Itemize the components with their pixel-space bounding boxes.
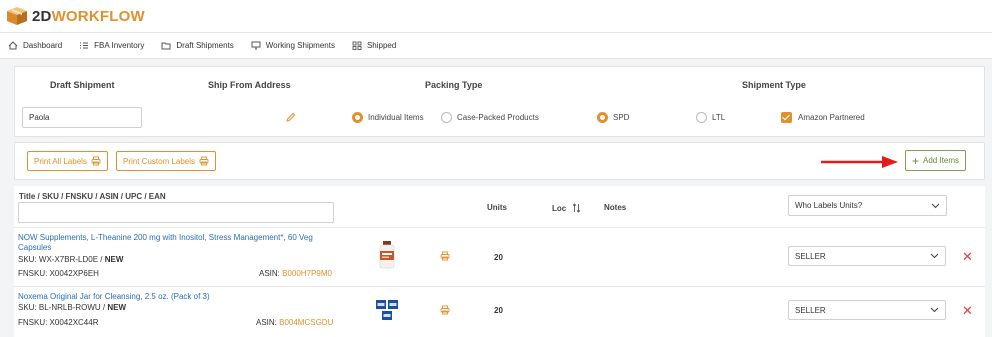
item-title-link[interactable]: NOW Supplements, L-Theanine 200 mg with … xyxy=(18,233,343,253)
asin-value[interactable]: B004MCSGDU xyxy=(279,318,333,327)
product-image xyxy=(379,241,395,269)
sku-value: WX-X7BR-LD0E xyxy=(38,255,99,264)
item-fnsku: FNSKU: X0042XP6EH xyxy=(18,269,99,278)
button-label: Print All Labels xyxy=(34,156,87,166)
who-labels-select[interactable]: Who Labels Units? xyxy=(788,195,947,216)
chevron-down-icon xyxy=(930,253,939,259)
product-image xyxy=(376,300,398,320)
button-label: Add Items xyxy=(923,156,960,165)
plus-icon: + xyxy=(912,153,920,168)
pencil-icon[interactable] xyxy=(285,112,296,123)
main-nav: Dashboard FBA Inventory Draft Shipments … xyxy=(0,33,992,59)
home-icon xyxy=(8,41,18,50)
printer-icon xyxy=(91,156,101,166)
nav-label: Working Shipments xyxy=(265,41,335,50)
sort-icon[interactable] xyxy=(572,203,581,213)
amazon-partnered-checkbox[interactable]: Amazon Partnered xyxy=(781,112,865,123)
checkbox-label: Amazon Partnered xyxy=(798,113,865,122)
monitor-icon xyxy=(251,41,261,50)
item-condition: NEW xyxy=(104,255,124,264)
top-bar: 2DWORKFLOW xyxy=(0,0,992,33)
select-value: SELLER xyxy=(795,251,826,261)
item-search-input[interactable] xyxy=(18,202,334,223)
item-units: 20 xyxy=(494,253,503,262)
remove-item-button[interactable]: ✕ xyxy=(962,250,973,263)
sku-separator: / xyxy=(98,255,105,264)
item-sku: SKU: WX-X7BR-LD0E / NEW xyxy=(18,255,123,264)
ship-from-header: Ship From Address xyxy=(208,80,291,90)
remove-item-button[interactable]: ✕ xyxy=(962,304,973,317)
shipment-type-header: Shipment Type xyxy=(742,80,806,90)
print-custom-labels-button[interactable]: Print Custom Labels xyxy=(116,151,217,171)
add-items-button[interactable]: + Add Items xyxy=(905,150,967,171)
select-value: SELLER xyxy=(795,305,826,315)
printer-icon[interactable] xyxy=(440,251,450,261)
draft-shipment-header: Draft Shipment xyxy=(50,80,115,90)
shipment-settings-panel: Draft Shipment Ship From Address Packing… xyxy=(14,66,985,137)
nav-label: Dashboard xyxy=(23,41,63,50)
print-all-labels-button[interactable]: Print All Labels xyxy=(27,151,108,171)
notes-column-header: Notes xyxy=(604,203,627,212)
radio-ltl[interactable]: LTL xyxy=(696,112,725,123)
nav-label: Draft Shipments xyxy=(176,41,234,50)
select-value: Who Labels Units? xyxy=(795,201,863,210)
printer-icon xyxy=(199,156,209,166)
loc-column-header[interactable]: Loc xyxy=(552,203,581,213)
units-column-header: Units xyxy=(487,203,507,212)
list-icon xyxy=(80,42,89,49)
nav-item-draft-shipments[interactable]: Draft Shipments xyxy=(161,41,234,50)
red-arrow-annotation xyxy=(821,156,898,168)
item-condition: NEW xyxy=(107,303,127,312)
asin-label: ASIN: xyxy=(259,269,283,278)
radio-dot xyxy=(696,112,707,123)
sku-label: SKU: xyxy=(18,303,39,312)
radio-dot xyxy=(597,112,608,123)
asin-value[interactable]: B000H7P9M0 xyxy=(282,269,332,278)
radio-spd[interactable]: SPD xyxy=(597,112,629,123)
box-logo-icon xyxy=(6,6,28,26)
packing-type-header: Packing Type xyxy=(425,80,483,90)
radio-dot xyxy=(352,112,363,123)
brand-name: 2DWORKFLOW xyxy=(32,7,145,25)
loc-label: Loc xyxy=(552,203,567,213)
labeler-select[interactable]: SELLER xyxy=(788,246,946,266)
sku-value: BL-NRLB-ROWU xyxy=(38,303,101,312)
radio-individual-items[interactable]: Individual Items xyxy=(352,112,424,123)
radio-label: SPD xyxy=(613,113,630,122)
printer-icon[interactable] xyxy=(440,305,450,315)
chevron-down-icon xyxy=(931,203,940,208)
actions-panel: Print All Labels Print Custom Labels + A… xyxy=(14,142,985,180)
item-sku: SKU: BL-NRLB-ROWU / NEW xyxy=(18,303,126,312)
labeler-select[interactable]: SELLER xyxy=(788,300,946,320)
item-asin: ASIN: B004MCSGDU xyxy=(256,318,333,327)
folder-icon xyxy=(161,42,171,50)
chevron-down-icon xyxy=(930,307,939,313)
asin-label: ASIN: xyxy=(256,318,280,327)
button-label: Print Custom Labels xyxy=(123,156,196,166)
radio-label: Individual Items xyxy=(368,113,424,122)
nav-label: Shipped xyxy=(366,41,397,50)
row-divider xyxy=(14,286,985,287)
radio-dot xyxy=(441,112,452,123)
item-fnsku: FNSKU: X0042XC44R xyxy=(18,318,99,327)
grid-icon xyxy=(352,41,362,50)
nav-item-shipped[interactable]: Shipped xyxy=(352,41,396,50)
nav-item-working-shipments[interactable]: Working Shipments xyxy=(251,41,335,50)
nav-label: FBA Inventory xyxy=(94,41,145,50)
nav-item-dashboard[interactable]: Dashboard xyxy=(8,41,62,50)
radio-label: Case-Packed Products xyxy=(457,113,539,122)
radio-case-packed[interactable]: Case-Packed Products xyxy=(441,112,539,123)
logo[interactable]: 2DWORKFLOW xyxy=(6,6,145,26)
item-title-link[interactable]: Noxema Original Jar for Cleansing, 2.5 o… xyxy=(18,292,343,302)
item-units: 20 xyxy=(494,306,503,315)
nav-item-fba-inventory[interactable]: FBA Inventory xyxy=(79,41,144,50)
item-asin: ASIN: B000H7P9M0 xyxy=(259,269,332,278)
draft-name-input[interactable]: Paola xyxy=(22,107,142,128)
sku-label: SKU: xyxy=(18,255,39,264)
title-column-header: Title / SKU / FNSKU / ASIN / UPC / EAN xyxy=(19,192,166,201)
checkbox-box xyxy=(781,112,792,123)
radio-label: LTL xyxy=(712,113,726,122)
row-divider xyxy=(14,227,985,228)
